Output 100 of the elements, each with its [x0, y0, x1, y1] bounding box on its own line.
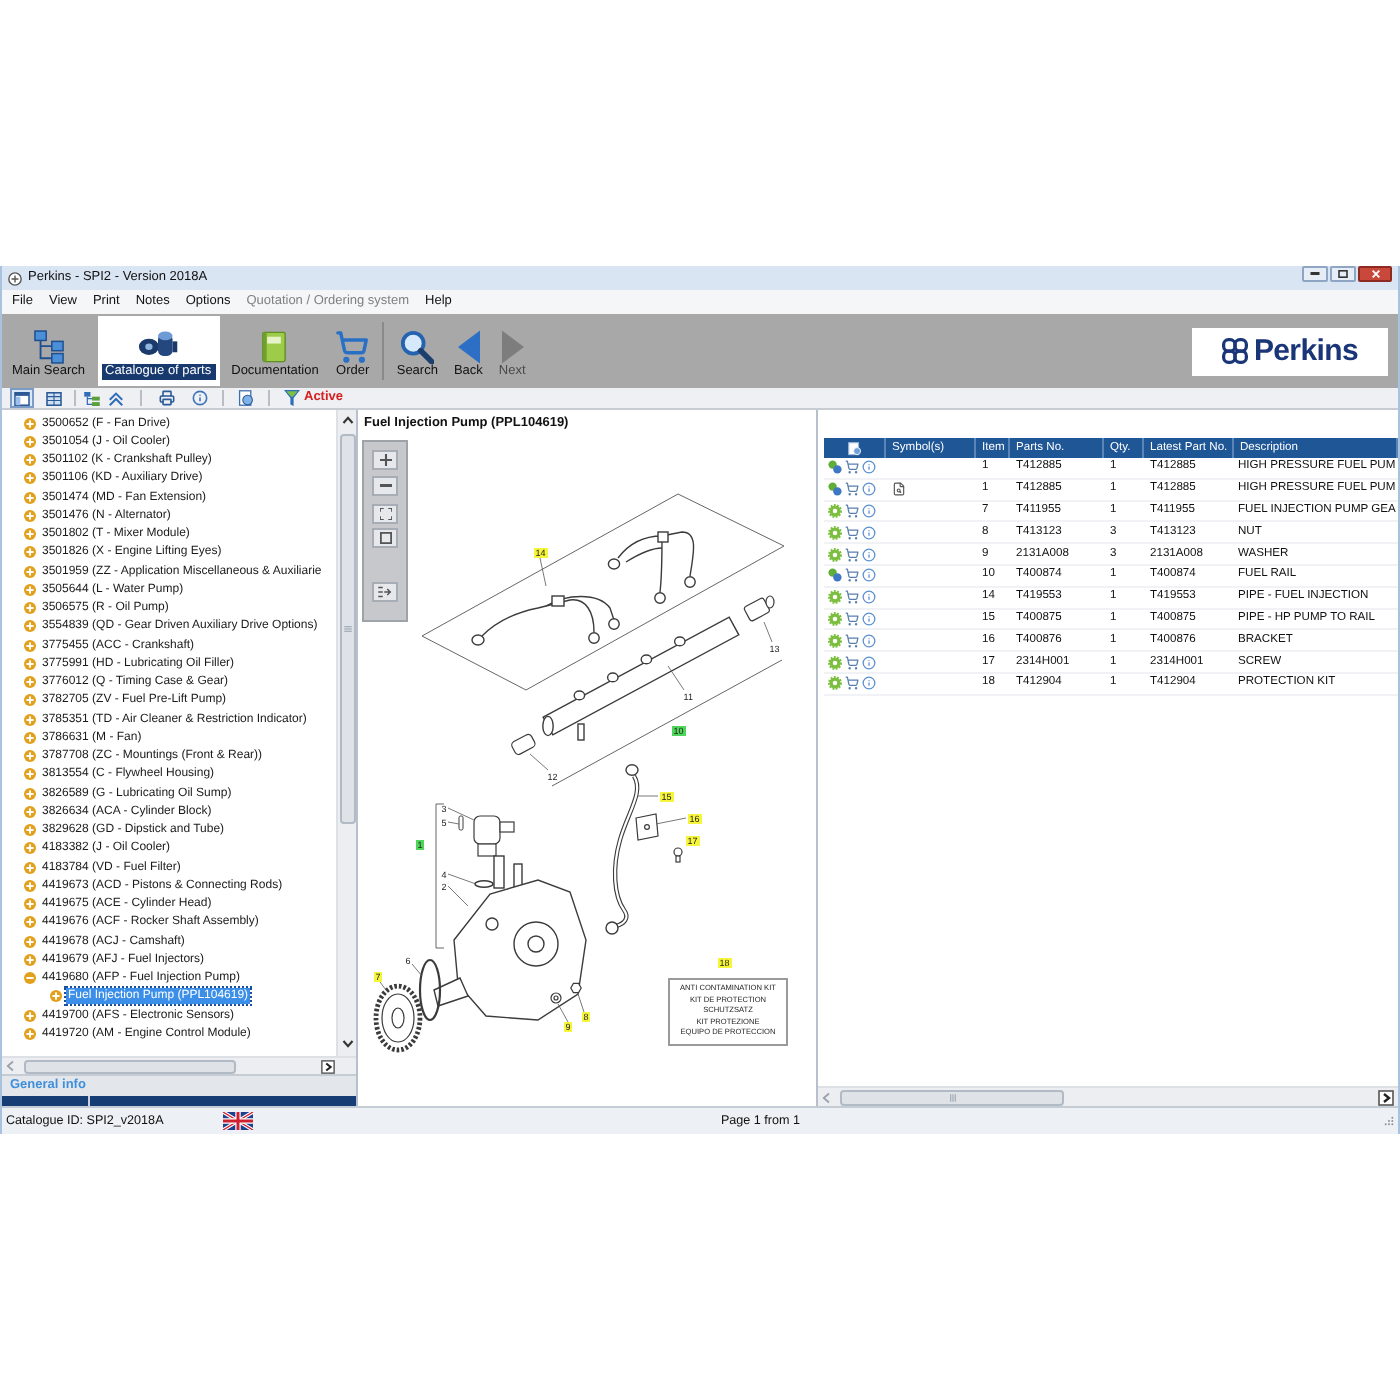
expand-icon[interactable]	[24, 417, 36, 430]
info-icon[interactable]	[862, 611, 876, 626]
info-icon[interactable]	[862, 460, 876, 475]
expand-icon[interactable]	[24, 1027, 36, 1040]
expand-icon[interactable]	[24, 898, 36, 911]
horizontal-scrollbar[interactable]	[2, 1056, 356, 1074]
parts-icon[interactable]	[138, 330, 179, 360]
expand-icon[interactable]	[24, 509, 36, 522]
cart-icon[interactable]	[844, 655, 860, 670]
linked-circles-icon[interactable]	[828, 568, 842, 583]
document-icon[interactable]	[238, 390, 254, 406]
printer-icon[interactable]	[158, 390, 176, 406]
scroll-down-icon[interactable]	[341, 1040, 353, 1048]
cart-icon[interactable]	[844, 460, 860, 475]
page-button[interactable]	[372, 528, 398, 548]
page-icon[interactable]	[847, 441, 861, 455]
expand-icon[interactable]	[24, 787, 36, 800]
leader-line	[577, 993, 585, 1013]
expand-icon[interactable]	[24, 454, 36, 467]
vertical-scrollbar[interactable]	[336, 410, 356, 1056]
info-icon[interactable]	[862, 568, 876, 583]
close-button[interactable]	[1358, 266, 1392, 282]
expand-icon[interactable]	[24, 861, 36, 874]
expand-icon[interactable]	[24, 639, 36, 652]
expand-icon[interactable]	[24, 842, 36, 855]
document-search-icon[interactable]	[892, 482, 906, 497]
expand-icon[interactable]	[24, 935, 36, 948]
info-icon[interactable]	[862, 503, 876, 518]
expand-icon[interactable]	[24, 768, 36, 781]
expand-icon[interactable]	[24, 731, 36, 744]
cart-icon[interactable]	[844, 568, 860, 583]
tree-view-icon[interactable]	[84, 391, 100, 405]
scrollbar-thumb[interactable]	[840, 1089, 1064, 1105]
expand-icon[interactable]	[24, 1009, 36, 1022]
expand-icon[interactable]	[24, 435, 36, 448]
collapse-icon[interactable]	[108, 391, 124, 405]
expand-icon[interactable]	[24, 805, 36, 818]
expand-icon[interactable]	[24, 602, 36, 615]
expand-icon[interactable]	[24, 565, 36, 578]
expand-icon[interactable]	[24, 694, 36, 707]
hierarchy-icon[interactable]	[33, 330, 64, 364]
view-toggle-button[interactable]	[10, 388, 34, 408]
logo-mark-icon	[1221, 338, 1248, 364]
expand-icon[interactable]	[24, 528, 36, 541]
cart-icon[interactable]	[844, 676, 860, 691]
scroll-left-icon[interactable]	[822, 1091, 830, 1103]
expand-icon[interactable]	[24, 953, 36, 966]
search-icon[interactable]	[400, 330, 435, 364]
expand-icon[interactable]	[24, 620, 36, 633]
fit-button[interactable]	[372, 504, 398, 524]
expand-icon[interactable]	[24, 657, 36, 670]
info-icon[interactable]	[862, 655, 876, 670]
cart-icon[interactable]	[844, 611, 860, 626]
scroll-left-icon[interactable]	[6, 1060, 14, 1072]
info-icon[interactable]	[192, 390, 208, 406]
cart-icon[interactable]	[844, 525, 860, 540]
book-icon[interactable]	[262, 330, 287, 364]
info-icon[interactable]	[862, 482, 876, 497]
scroll-right-icon[interactable]	[320, 1059, 336, 1073]
zoom-in-button[interactable]	[372, 450, 398, 470]
horizontal-scrollbar[interactable]	[818, 1086, 1398, 1106]
zoom-out-button[interactable]	[372, 476, 398, 496]
app-icon	[8, 271, 22, 285]
info-icon[interactable]	[862, 547, 876, 562]
minimize-button[interactable]	[1302, 266, 1328, 282]
expand-icon[interactable]	[24, 750, 36, 763]
info-icon[interactable]	[862, 633, 876, 648]
leader-line	[637, 795, 659, 797]
info-icon[interactable]	[862, 525, 876, 540]
cart-icon[interactable]	[844, 547, 860, 562]
scrollbar-thumb[interactable]	[339, 434, 355, 824]
expand-icon[interactable]	[24, 491, 36, 504]
scroll-up-icon[interactable]	[341, 416, 353, 424]
info-icon[interactable]	[862, 676, 876, 691]
expand-icon[interactable]	[24, 713, 36, 726]
info-icon[interactable]	[862, 590, 876, 605]
cart-icon[interactable]	[844, 633, 860, 648]
pin	[458, 815, 464, 831]
cart-icon[interactable]	[844, 503, 860, 518]
expand-icon[interactable]	[24, 824, 36, 837]
close-icon	[1371, 270, 1379, 278]
expand-icon[interactable]	[24, 972, 36, 985]
filter-icon	[284, 390, 300, 406]
expand-icon[interactable]	[50, 990, 62, 1003]
back-icon[interactable]	[457, 330, 480, 364]
expand-icon[interactable]	[24, 546, 36, 559]
expand-icon[interactable]	[24, 676, 36, 689]
flag-icon[interactable]	[222, 1112, 254, 1130]
expand-icon[interactable]	[24, 472, 36, 485]
cart-icon[interactable]	[844, 590, 860, 605]
expand-icon[interactable]	[24, 916, 36, 929]
maximize-button[interactable]	[1330, 266, 1356, 282]
expand-icon[interactable]	[24, 583, 36, 596]
panel-button[interactable]	[372, 582, 398, 602]
view-toggle-button[interactable]	[42, 388, 66, 408]
expand-icon[interactable]	[24, 879, 36, 892]
cart-icon[interactable]	[334, 330, 371, 364]
scroll-right-icon[interactable]	[1378, 1089, 1394, 1105]
scrollbar-thumb[interactable]	[24, 1059, 236, 1073]
cart-icon[interactable]	[844, 482, 860, 497]
